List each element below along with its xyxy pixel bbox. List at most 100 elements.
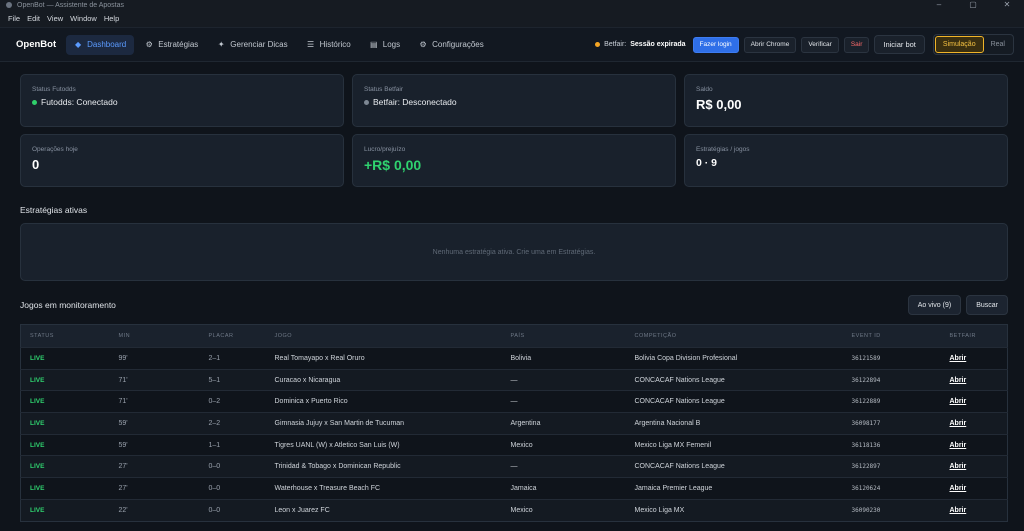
- match-competition: Bolivia Copa Division Profesional: [625, 347, 843, 370]
- match-score: 0–0: [199, 455, 266, 478]
- open-betfair-link[interactable]: Abrir: [940, 455, 1008, 478]
- match-country: Mexico: [501, 498, 626, 521]
- close-icon[interactable]: ✕: [990, 0, 1024, 10]
- saldo-value: R$ 0,00: [696, 97, 742, 112]
- brand-logo: OpenBot: [16, 39, 57, 50]
- card-saldo: Saldo R$ 0,00: [684, 74, 1008, 127]
- match-minute: 59': [109, 433, 200, 456]
- nav-configuracoes[interactable]: ⚙ Configurações: [411, 35, 492, 55]
- status-dot-icon: [595, 42, 601, 47]
- status-badge: LIVE: [20, 498, 110, 521]
- nav-dashboard[interactable]: ◆ Dashboard: [66, 34, 135, 55]
- mode-simulation[interactable]: Simulação: [934, 36, 984, 53]
- verify-button[interactable]: Verificar: [801, 36, 839, 53]
- col-event-id: EVENT ID: [851, 333, 881, 339]
- status-dot-icon: [32, 99, 37, 105]
- event-id: 36122894: [842, 368, 941, 391]
- nav-estrategias[interactable]: ⚙ Estratégias: [137, 35, 206, 55]
- strategies-title: Estratégias ativas: [20, 205, 88, 215]
- match-competition: Argentina Nacional B: [625, 412, 843, 435]
- open-betfair-link[interactable]: Abrir: [940, 412, 1008, 435]
- match-minute: 22': [109, 498, 200, 521]
- nav-label: Dashboard: [87, 40, 127, 49]
- table-row: LIVE 27' 0–0 Trinidad & Tobago x Dominic…: [20, 455, 1008, 478]
- menu-file[interactable]: File: [8, 14, 20, 23]
- card-label: Saldo: [696, 86, 713, 93]
- lucro-value: +R$ 0,00: [364, 157, 422, 173]
- games-table-body: LIVE 99' 2–1 Real Tomayapo x Real Oruro …: [20, 347, 1008, 521]
- match-minute: 71': [109, 368, 200, 391]
- menu-view[interactable]: View: [47, 14, 63, 23]
- nav-label: Histórico: [319, 40, 351, 49]
- open-betfair-link[interactable]: Abrir: [940, 477, 1008, 500]
- open-betfair-link[interactable]: Abrir: [940, 498, 1008, 521]
- open-betfair-link[interactable]: Abrir: [940, 347, 1008, 370]
- search-button[interactable]: Buscar: [966, 295, 1008, 315]
- menu-help[interactable]: Help: [104, 14, 119, 23]
- status-badge: LIVE: [20, 433, 110, 456]
- match-score: 0–0: [199, 477, 266, 500]
- menu-bar: File Edit View Window Help: [0, 10, 1024, 28]
- open-betfair-link[interactable]: Abrir: [940, 368, 1008, 391]
- match-competition: Jamaica Premier League: [625, 477, 843, 500]
- card-label: Status Betfair: [364, 86, 404, 93]
- match-country: —: [501, 390, 626, 413]
- estrategias-jogos-value: 0 · 9: [696, 157, 718, 169]
- list-icon: ☰: [307, 40, 315, 49]
- strategies-empty-state: Nenhuma estratégia ativa. Crie uma em Es…: [20, 223, 1008, 281]
- match-name: Leon x Juarez FC: [265, 498, 502, 521]
- open-betfair-link[interactable]: Abrir: [940, 433, 1008, 456]
- table-row: LIVE 59' 1–1 Tigres UANL (W) x Atletico …: [20, 433, 1008, 456]
- match-name: Curacao x Nicaragua: [265, 368, 502, 391]
- nav-gerenciar-dicas[interactable]: ✦ Gerenciar Dicas: [209, 35, 295, 55]
- menu-window[interactable]: Window: [70, 14, 97, 23]
- match-country: Bolivia: [501, 347, 626, 370]
- match-competition: CONCACAF Nations League: [625, 390, 843, 413]
- menu-edit[interactable]: Edit: [27, 14, 40, 23]
- logout-button[interactable]: Sair: [843, 36, 870, 53]
- match-competition: CONCACAF Nations League: [625, 455, 843, 478]
- match-country: Mexico: [501, 433, 626, 456]
- maximize-icon[interactable]: ▢: [956, 0, 990, 10]
- login-button[interactable]: Fazer login: [692, 36, 739, 53]
- card-betfair: Status Betfair Betfair: Desconectado: [352, 74, 676, 127]
- col-competicao: COMPETIÇÃO: [634, 333, 677, 339]
- open-betfair-link[interactable]: Abrir: [940, 390, 1008, 413]
- games-actions: Ao vivo (9) Buscar: [907, 295, 1008, 315]
- match-score: 2–1: [199, 347, 266, 370]
- games-header: Jogos em monitoramento Ao vivo (9) Busca…: [20, 295, 1008, 315]
- futodds-status: Futodds: Conectado: [32, 97, 332, 107]
- match-score: 2–2: [199, 412, 266, 435]
- nav-logs[interactable]: ▤ Logs: [362, 35, 408, 55]
- event-id: 36120624: [842, 477, 941, 500]
- live-filter-button[interactable]: Ao vivo (9): [907, 295, 962, 315]
- match-name: Trinidad & Tobago x Dominican Republic: [265, 455, 502, 478]
- mode-real[interactable]: Real: [984, 36, 1012, 53]
- match-score: 1–1: [199, 433, 266, 456]
- start-bot-button[interactable]: Iniciar bot: [874, 35, 925, 54]
- table-row: LIVE 22' 0–0 Leon x Juarez FC Mexico Mex…: [20, 498, 1008, 521]
- status-dot-icon: [364, 99, 369, 105]
- match-minute: 27': [109, 455, 200, 478]
- minimize-icon[interactable]: –: [922, 0, 956, 10]
- col-pais: PAÍS: [510, 333, 525, 339]
- nav-historico[interactable]: ☰ Histórico: [299, 35, 359, 55]
- event-id: 36098177: [842, 412, 941, 435]
- nav-actions: Betfair: Sessão expirada Fazer login Abr…: [595, 34, 1014, 55]
- nav-label: Configurações: [432, 40, 484, 49]
- diamond-icon: ◆: [75, 40, 82, 49]
- match-country: Argentina: [501, 412, 626, 435]
- match-score: 5–1: [199, 368, 266, 391]
- mode-toggle: Simulação Real: [932, 34, 1014, 55]
- table-row: LIVE 71' 0–2 Dominica x Puerto Rico — CO…: [20, 390, 1008, 413]
- empty-message: Nenhuma estratégia ativa. Crie uma em Es…: [432, 248, 596, 256]
- event-id: 36118136: [842, 433, 941, 456]
- nav-label: Estratégias: [158, 40, 199, 49]
- nav-label: Gerenciar Dicas: [230, 40, 288, 49]
- status-badge: LIVE: [20, 390, 110, 413]
- status-badge: LIVE: [20, 477, 110, 500]
- match-country: —: [501, 455, 626, 478]
- match-name: Real Tomayapo x Real Oruro: [265, 347, 502, 370]
- status-badge: LIVE: [20, 368, 110, 391]
- open-chrome-button[interactable]: Abrir Chrome: [743, 36, 797, 53]
